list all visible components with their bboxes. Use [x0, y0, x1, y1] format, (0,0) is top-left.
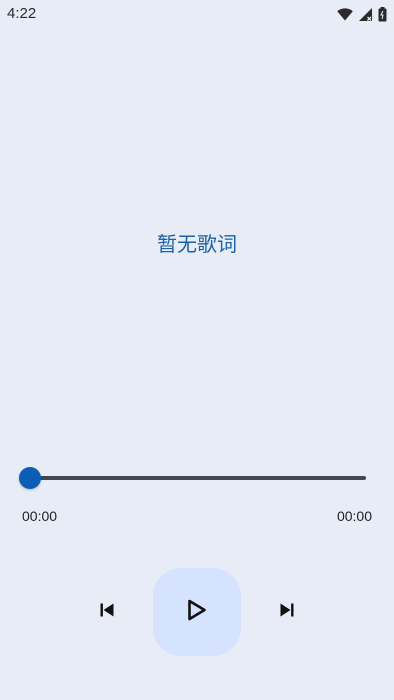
cellular-signal-icon	[359, 7, 372, 21]
music-player-screen: 4:22 暂无歌词 00:00 00:00	[0, 0, 394, 700]
status-time: 4:22	[7, 5, 37, 22]
play-icon	[187, 599, 207, 625]
play-button[interactable]	[153, 568, 241, 656]
current-time: 00:00	[22, 508, 58, 524]
previous-button[interactable]	[87, 592, 127, 632]
next-button[interactable]	[267, 592, 307, 632]
skip-next-icon	[279, 602, 295, 622]
wifi-icon	[337, 7, 353, 21]
status-bar: 4:22	[0, 0, 394, 28]
lyrics-placeholder: 暂无歌词	[157, 232, 237, 256]
slider-thumb[interactable]	[19, 467, 41, 489]
total-time: 00:00	[336, 508, 372, 524]
slider-track	[30, 476, 366, 480]
skip-previous-icon	[99, 602, 115, 622]
battery-icon	[378, 6, 387, 22]
progress-slider[interactable]	[18, 466, 370, 490]
playback-controls	[0, 568, 394, 656]
status-icons	[337, 5, 387, 23]
